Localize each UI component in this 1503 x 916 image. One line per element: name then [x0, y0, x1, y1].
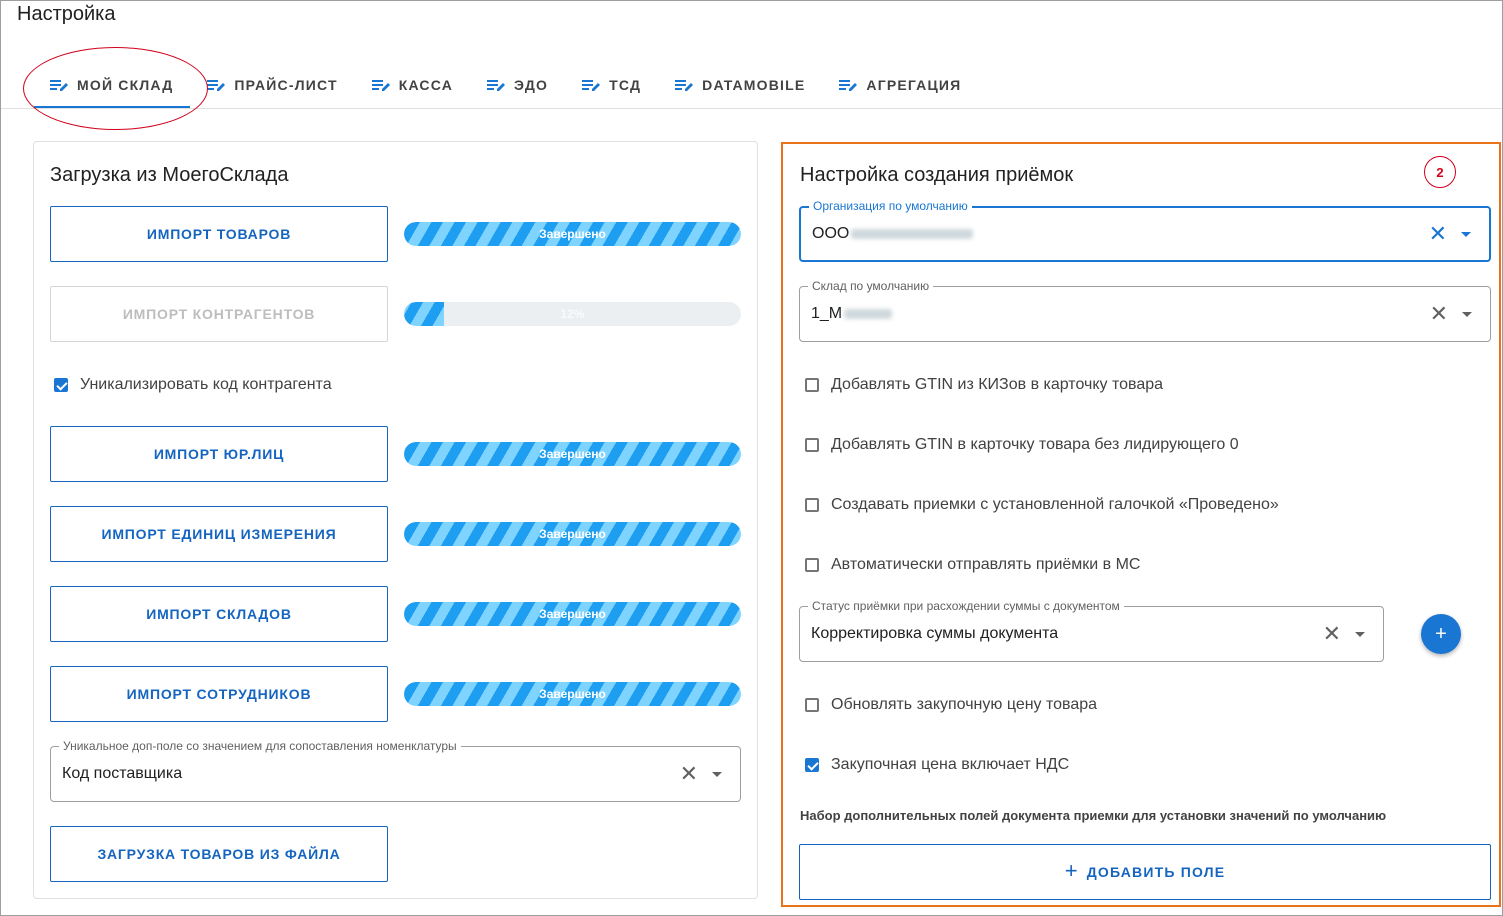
checkbox-box[interactable] [805, 378, 819, 392]
plus-icon: + [1064, 858, 1079, 883]
chevron-down-icon[interactable] [712, 772, 722, 777]
clear-icon[interactable]: ✕ [680, 763, 698, 785]
tab-label: ПРАЙС-ЛИСТ [234, 77, 338, 93]
match-field-select[interactable]: Уникальное доп-поле со значением для соп… [50, 739, 741, 802]
tab-label: АГРЕГАЦИЯ [866, 77, 962, 93]
load-goods-from-file-button[interactable]: ЗАГРУЗКА ТОВАРОВ ИЗ ФАЙЛА [50, 826, 388, 882]
progress-status: Завершено [539, 227, 606, 241]
warehouse-prefix: 1_М [811, 305, 843, 322]
select-legend: Склад по умолчанию [808, 279, 934, 293]
import-employees-progress: Завершено [404, 682, 741, 706]
checkbox-box[interactable] [805, 438, 819, 452]
edit-note-icon [371, 80, 390, 91]
import-legal-entities-button[interactable]: ИМПОРТ ЮР.ЛИЦ [50, 426, 388, 482]
redacted-text [851, 228, 974, 239]
import-contractors-progress: 12% [404, 302, 741, 326]
checkbox-label: Обновлять закупочную цену товара [831, 696, 1098, 713]
annotation-badge: 2 [1424, 156, 1456, 188]
tab-label: КАССА [398, 77, 454, 93]
import-warehouses-button[interactable]: ИМПОРТ СКЛАДОВ [50, 586, 388, 642]
progress-status: 12% [560, 307, 585, 321]
import-goods-progress: Завершено [404, 222, 741, 246]
tab-kassa[interactable]: КАССА [355, 62, 470, 108]
tabs-divider [1, 108, 1502, 109]
create-posted-receipts-checkbox[interactable]: Создавать приемки с установленной галочк… [805, 496, 1279, 514]
import-employees-button[interactable]: ИМПОРТ СОТРУДНИКОВ [50, 666, 388, 722]
edit-note-icon [582, 80, 601, 91]
select-value: Код поставщика [62, 765, 183, 782]
tab-label: ТСД [609, 77, 642, 93]
org-prefix: ООО [812, 225, 850, 242]
add-field-label: ДОБАВИТЬ ПОЛЕ [1086, 864, 1226, 880]
default-organization-select[interactable]: Организация по умолчанию ООО ✕ [799, 199, 1491, 262]
clear-icon[interactable]: ✕ [1323, 623, 1341, 645]
annotation-ellipse [23, 47, 208, 130]
import-units-button[interactable]: ИМПОРТ ЕДИНИЦ ИЗМЕРЕНИЯ [50, 506, 388, 562]
select-legend: Уникальное доп-поле со значением для соп… [59, 739, 461, 753]
add-gtin-from-kiz-checkbox[interactable]: Добавлять GTIN из КИЗов в карточку товар… [805, 376, 1163, 394]
checkbox-label: Добавлять GTIN в карточку товара без лид… [831, 436, 1239, 453]
progress-status: Завершено [539, 447, 606, 461]
checkbox-box[interactable] [805, 758, 819, 772]
redacted-text [844, 308, 893, 319]
import-contractors-button[interactable]: ИМПОРТ КОНТРАГЕНТОВ [50, 286, 388, 342]
tab-edo[interactable]: ЭДО [470, 62, 565, 108]
tab-datamobile[interactable]: DATAMOBILE [658, 62, 822, 108]
mismatch-status-select[interactable]: Статус приёмки при расхождении суммы с д… [799, 599, 1384, 662]
add-field-button[interactable]: + ДОБАВИТЬ ПОЛЕ [799, 844, 1491, 900]
price-includes-vat-checkbox[interactable]: Закупочная цена включает НДС [805, 756, 1069, 774]
import-card-title: Загрузка из МоегоСклада [50, 164, 289, 186]
import-legal-progress: Завершено [404, 442, 741, 466]
progress-status: Завершено [539, 607, 606, 621]
add-status-button[interactable]: + [1421, 614, 1461, 654]
edit-note-icon [207, 80, 226, 91]
checkbox-label: Автоматически отправлять приёмки в МС [831, 556, 1141, 573]
tab-label: ЭДО [514, 77, 549, 93]
tab-aggregation[interactable]: АГРЕГАЦИЯ [822, 62, 978, 108]
checkbox-label: Уникализировать код контрагента [80, 376, 332, 393]
receipt-card-title: Настройка создания приёмок [800, 164, 1074, 186]
checkbox-box[interactable] [54, 378, 68, 392]
edit-note-icon [839, 80, 858, 91]
checkbox-label: Добавлять GTIN из КИЗов в карточку товар… [831, 376, 1164, 393]
select-value: Корректировка суммы документа [811, 625, 1059, 642]
checkbox-box[interactable] [805, 498, 819, 512]
progress-status: Завершено [539, 687, 606, 701]
edit-note-icon [675, 80, 694, 91]
extra-fields-hint: Набор дополнительных полей документа при… [800, 808, 1387, 823]
tab-tsd[interactable]: ТСД [565, 62, 658, 108]
checkbox-box[interactable] [805, 558, 819, 572]
import-warehouses-progress: Завершено [404, 602, 741, 626]
checkbox-label: Создавать приемки с установленной галочк… [831, 496, 1279, 513]
tab-price-list[interactable]: ПРАЙС-ЛИСТ [190, 62, 354, 108]
tab-label: DATAMOBILE [702, 77, 806, 93]
select-legend: Организация по умолчанию [809, 199, 972, 213]
uniq-contractor-code-checkbox[interactable]: Уникализировать код контрагента [54, 376, 332, 394]
chevron-down-icon[interactable] [1462, 312, 1472, 317]
default-warehouse-select[interactable]: Склад по умолчанию 1_М ✕ [799, 279, 1491, 342]
edit-note-icon [487, 80, 506, 91]
select-value: ООО [812, 225, 974, 243]
import-units-progress: Завершено [404, 522, 741, 546]
update-purchase-price-checkbox[interactable]: Обновлять закупочную цену товара [805, 696, 1097, 714]
chevron-down-icon[interactable] [1355, 632, 1365, 637]
select-legend: Статус приёмки при расхождении суммы с д… [808, 599, 1124, 613]
checkbox-label: Закупочная цена включает НДС [831, 756, 1070, 773]
checkbox-box[interactable] [805, 698, 819, 712]
import-goods-button[interactable]: ИМПОРТ ТОВАРОВ [50, 206, 388, 262]
page-title: Настройка [17, 3, 116, 25]
progress-status: Завершено [539, 527, 606, 541]
auto-send-receipts-checkbox[interactable]: Автоматически отправлять приёмки в МС [805, 556, 1140, 574]
clear-icon[interactable]: ✕ [1430, 303, 1448, 325]
add-gtin-without-zero-checkbox[interactable]: Добавлять GTIN в карточку товара без лид… [805, 436, 1239, 454]
clear-icon[interactable]: ✕ [1429, 223, 1447, 245]
chevron-down-icon[interactable] [1461, 232, 1471, 237]
select-value: 1_М [811, 305, 893, 323]
